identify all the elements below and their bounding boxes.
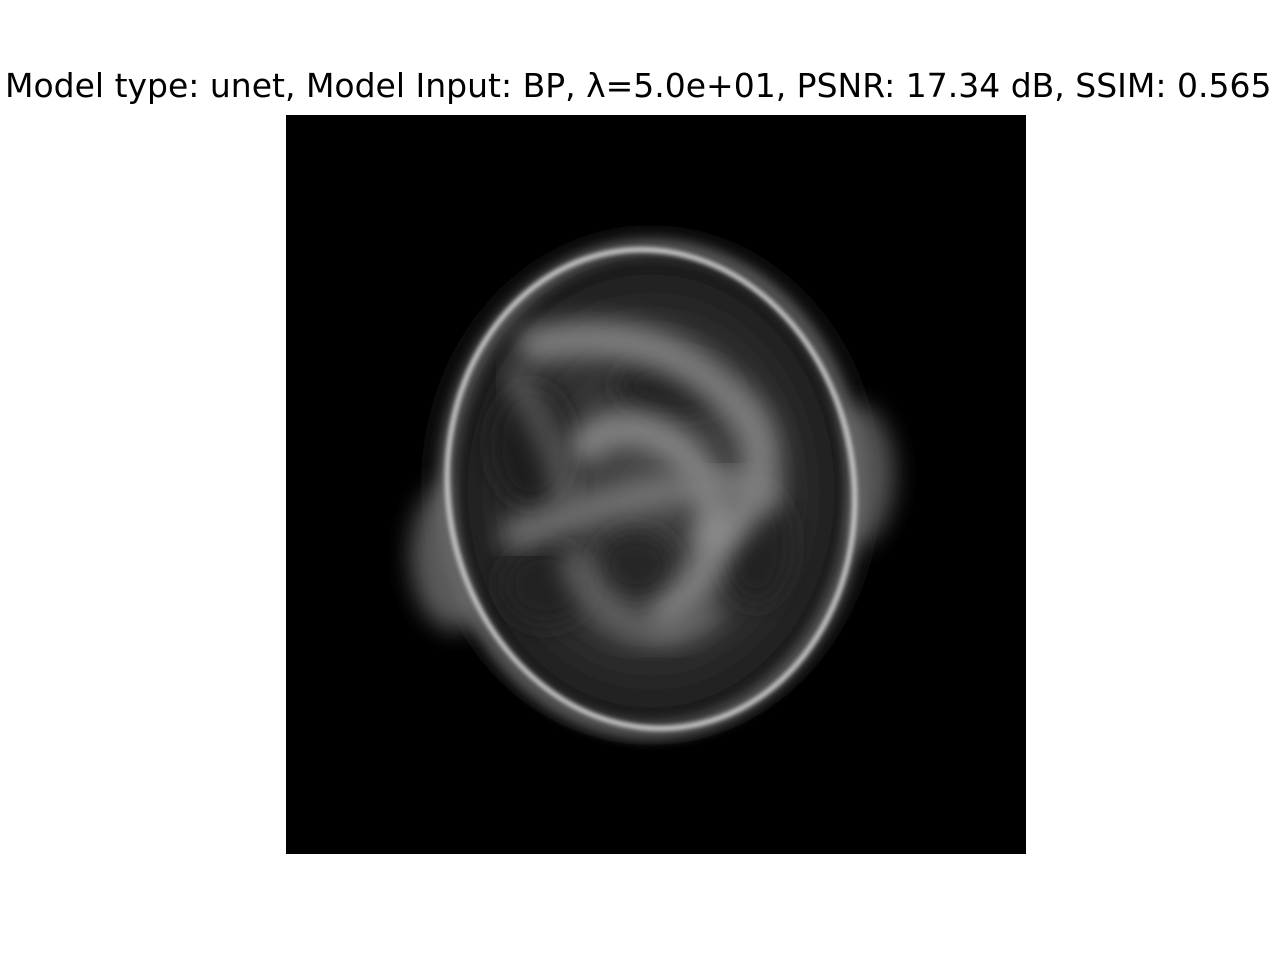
figure: Model type: unet, Model Input: BP, λ=5.0… bbox=[0, 0, 1280, 960]
reconstruction-image bbox=[286, 115, 1026, 854]
figure-title: Model type: unet, Model Input: BP, λ=5.0… bbox=[5, 66, 1272, 105]
reconstruction-render bbox=[286, 115, 1026, 854]
